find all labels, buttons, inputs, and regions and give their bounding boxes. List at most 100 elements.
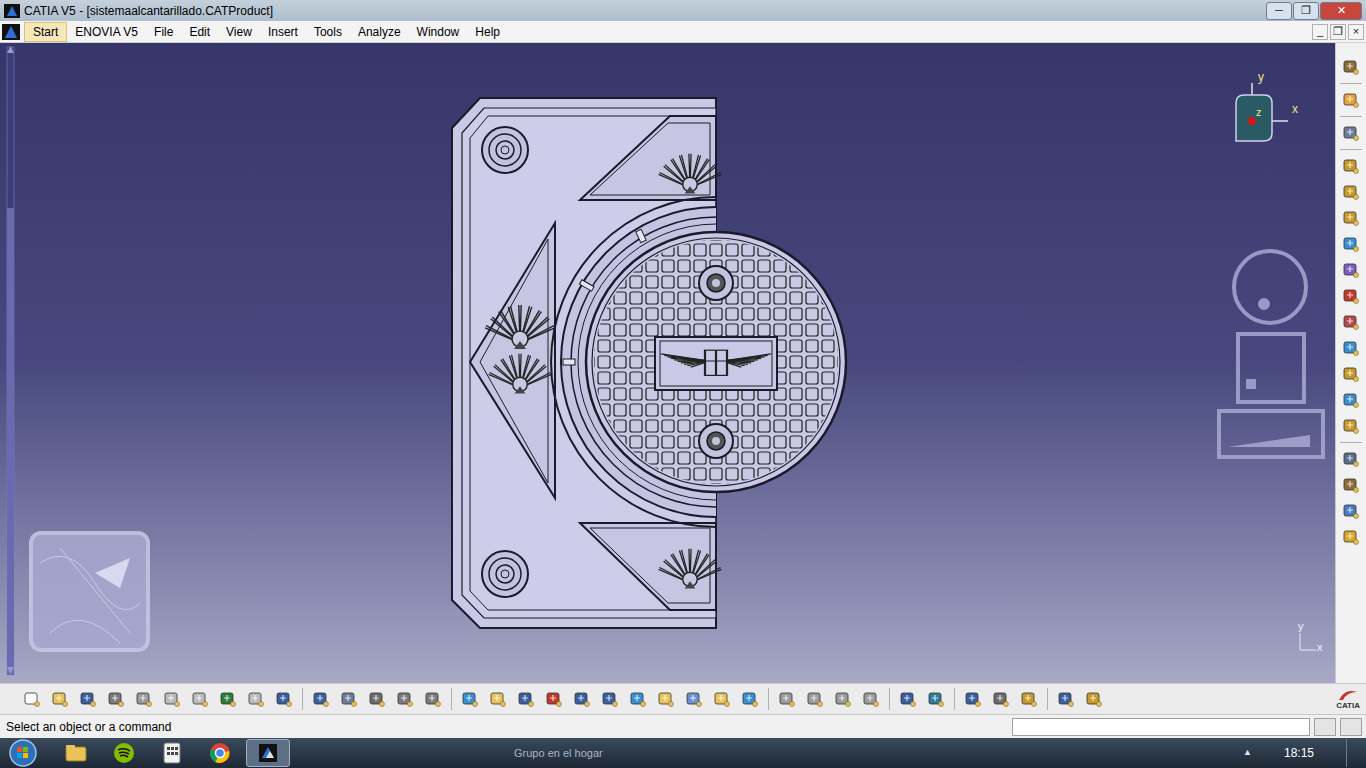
tool-icon[interactable]	[656, 689, 676, 709]
view-widgets[interactable]	[1219, 251, 1323, 457]
tool-icon[interactable]	[1341, 90, 1361, 110]
tool-icon[interactable]	[246, 689, 266, 709]
tool-icon[interactable]	[1056, 689, 1076, 709]
tool-icon[interactable]	[22, 689, 42, 709]
menu-item[interactable]: View	[218, 22, 260, 42]
command-input[interactable]	[1012, 718, 1310, 736]
toolbar-separator	[954, 688, 955, 710]
minimize-button[interactable]: ─	[1266, 2, 1292, 20]
clock[interactable]: 18:15	[1284, 744, 1314, 762]
tool-icon[interactable]	[628, 689, 648, 709]
document-controls: _❐×	[1312, 24, 1366, 40]
tool-icon[interactable]	[1341, 338, 1361, 358]
command-button[interactable]	[1340, 718, 1362, 736]
compass-x-label: x	[1292, 103, 1298, 115]
menu-item[interactable]: Analyze	[350, 22, 409, 42]
spotify-taskbar-button[interactable]	[102, 739, 146, 767]
tool-icon[interactable]	[134, 689, 154, 709]
menu-item[interactable]: ENOVIA V5	[67, 22, 146, 42]
tool-icon[interactable]	[488, 689, 508, 709]
menu-item[interactable]: Insert	[260, 22, 306, 42]
menu-bar: StartENOVIA V5FileEditViewInsertToolsAna…	[0, 21, 1366, 43]
tool-icon[interactable]	[1019, 689, 1039, 709]
tool-icon[interactable]	[1341, 208, 1361, 228]
tool-icon[interactable]	[274, 689, 294, 709]
tool-icon[interactable]	[1341, 416, 1361, 436]
tool-icon[interactable]	[50, 689, 70, 709]
tool-icon[interactable]	[684, 689, 704, 709]
doc-close-button[interactable]: ×	[1348, 24, 1364, 40]
tool-icon[interactable]	[1341, 364, 1361, 384]
chrome-taskbar-button[interactable]	[198, 739, 242, 767]
tool-icon[interactable]	[1341, 475, 1361, 495]
show-desktop-button[interactable]	[1346, 739, 1356, 767]
compass-icon[interactable]	[1236, 83, 1288, 141]
tool-icon[interactable]	[1341, 260, 1361, 280]
wing-emblem	[485, 305, 555, 349]
thumbnail-overview[interactable]	[31, 533, 148, 650]
tool-icon[interactable]	[712, 689, 732, 709]
menu-item[interactable]: Start	[24, 22, 67, 42]
toolbar-separator	[1340, 83, 1362, 84]
tool-icon[interactable]	[600, 689, 620, 709]
tool-icon[interactable]	[572, 689, 592, 709]
command-button[interactable]	[1314, 718, 1336, 736]
manhole-part[interactable]	[452, 98, 850, 628]
tool-icon[interactable]	[898, 689, 918, 709]
tool-icon[interactable]	[1341, 527, 1361, 547]
tool-icon[interactable]	[861, 689, 881, 709]
menu-item[interactable]: File	[146, 22, 181, 42]
3d-viewport[interactable]: yzxyx	[0, 43, 1335, 683]
tool-icon[interactable]	[460, 689, 480, 709]
tool-icon[interactable]	[805, 689, 825, 709]
tool-icon[interactable]	[311, 689, 331, 709]
tray-expand-button[interactable]: ▲	[1243, 746, 1252, 760]
wing-emblem	[489, 354, 552, 394]
wing-emblem	[659, 549, 722, 589]
tool-icon[interactable]	[740, 689, 760, 709]
menu-item[interactable]: Edit	[181, 22, 218, 42]
tool-icon[interactable]	[1341, 390, 1361, 410]
tool-icon[interactable]	[1341, 234, 1361, 254]
tool-icon[interactable]	[1341, 123, 1361, 143]
tool-icon[interactable]	[1341, 312, 1361, 332]
tool-icon[interactable]	[190, 689, 210, 709]
catia-taskbar-button[interactable]	[246, 739, 290, 767]
tool-icon[interactable]	[218, 689, 238, 709]
tool-icon[interactable]	[544, 689, 564, 709]
start-orb-icon[interactable]	[8, 738, 38, 768]
tool-icon[interactable]	[991, 689, 1011, 709]
calculator-taskbar-button[interactable]	[150, 739, 194, 767]
explorer-taskbar-button[interactable]	[54, 739, 98, 767]
doc-restore-button[interactable]: ❐	[1330, 24, 1346, 40]
tool-icon[interactable]	[106, 689, 126, 709]
tool-icon[interactable]	[833, 689, 853, 709]
menu-item[interactable]: Help	[467, 22, 508, 42]
tool-icon[interactable]	[162, 689, 182, 709]
tool-icon[interactable]	[1341, 156, 1361, 176]
specification-tree-bar[interactable]	[7, 46, 14, 675]
tool-icon[interactable]	[78, 689, 98, 709]
cover-bolt	[699, 424, 733, 458]
close-button[interactable]: ✕	[1320, 2, 1362, 20]
doc-minimize-button[interactable]: _	[1312, 24, 1328, 40]
tool-icon[interactable]	[1341, 286, 1361, 306]
tool-icon[interactable]	[395, 689, 415, 709]
tool-icon[interactable]	[963, 689, 983, 709]
tool-icon[interactable]	[777, 689, 797, 709]
tool-icon[interactable]	[926, 689, 946, 709]
tool-icon[interactable]	[1341, 449, 1361, 469]
tool-icon[interactable]	[516, 689, 536, 709]
tool-icon[interactable]	[1341, 57, 1361, 77]
catia-doc-icon[interactable]	[2, 24, 20, 40]
bottom-toolbar: CATIA	[0, 683, 1366, 714]
tool-icon[interactable]	[1084, 689, 1104, 709]
tool-icon[interactable]	[1341, 182, 1361, 202]
menu-item[interactable]: Tools	[306, 22, 350, 42]
tool-icon[interactable]	[339, 689, 359, 709]
tool-icon[interactable]	[423, 689, 443, 709]
menu-item[interactable]: Window	[409, 22, 468, 42]
tool-icon[interactable]	[1341, 501, 1361, 521]
tool-icon[interactable]	[367, 689, 387, 709]
maximize-button[interactable]: ❐	[1293, 2, 1319, 20]
